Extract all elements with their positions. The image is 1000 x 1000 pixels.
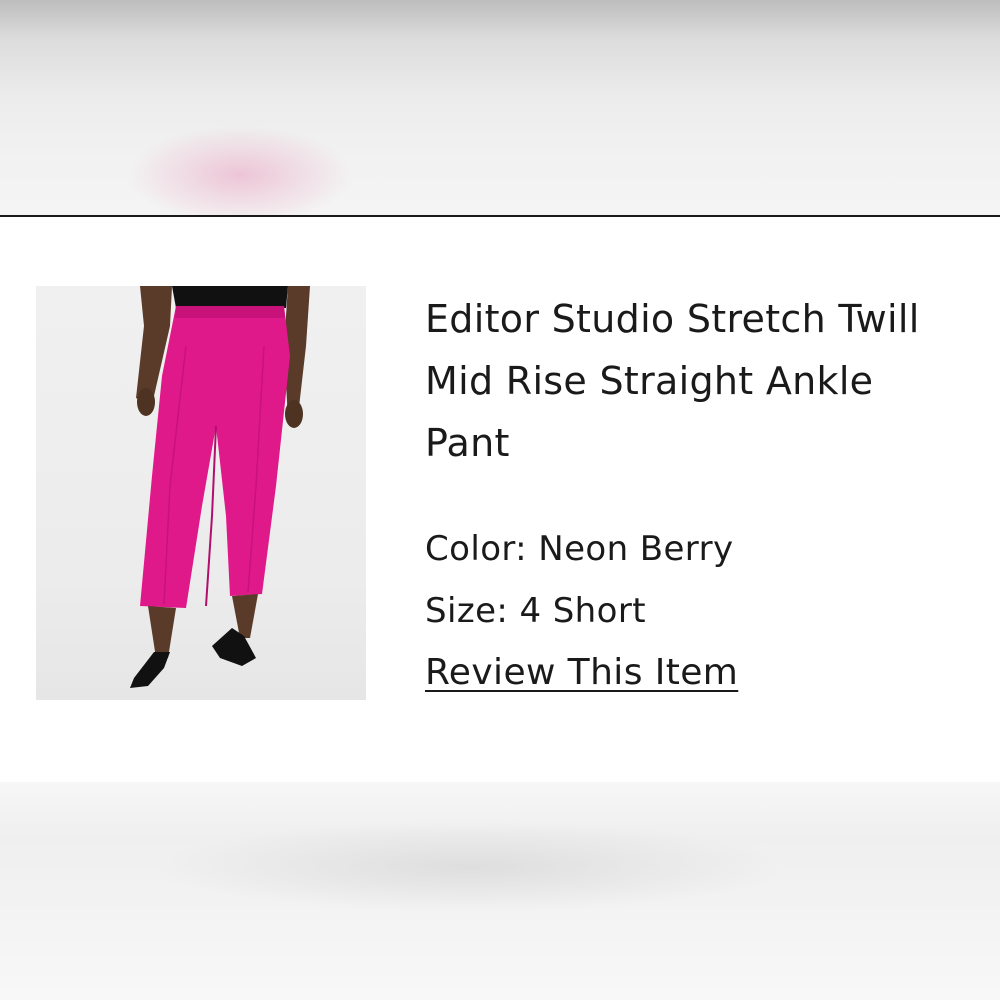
top-divider <box>0 215 1000 217</box>
product-size: Size: 4 Short <box>425 591 646 631</box>
review-item-link[interactable]: Review This Item <box>425 642 738 704</box>
product-title: Editor Studio Stretch Twill Mid Rise Str… <box>425 297 920 465</box>
screen: Editor Studio Stretch Twill Mid Rise Str… <box>0 0 1000 1000</box>
blurred-top-background <box>0 0 1000 215</box>
blurred-bottom-background <box>0 782 1000 1000</box>
product-details: Editor Studio Stretch Twill Mid Rise Str… <box>425 288 985 704</box>
product-color: Color: Neon Berry <box>425 529 734 569</box>
product-image[interactable] <box>36 286 366 700</box>
pants-photo-icon <box>130 286 310 688</box>
